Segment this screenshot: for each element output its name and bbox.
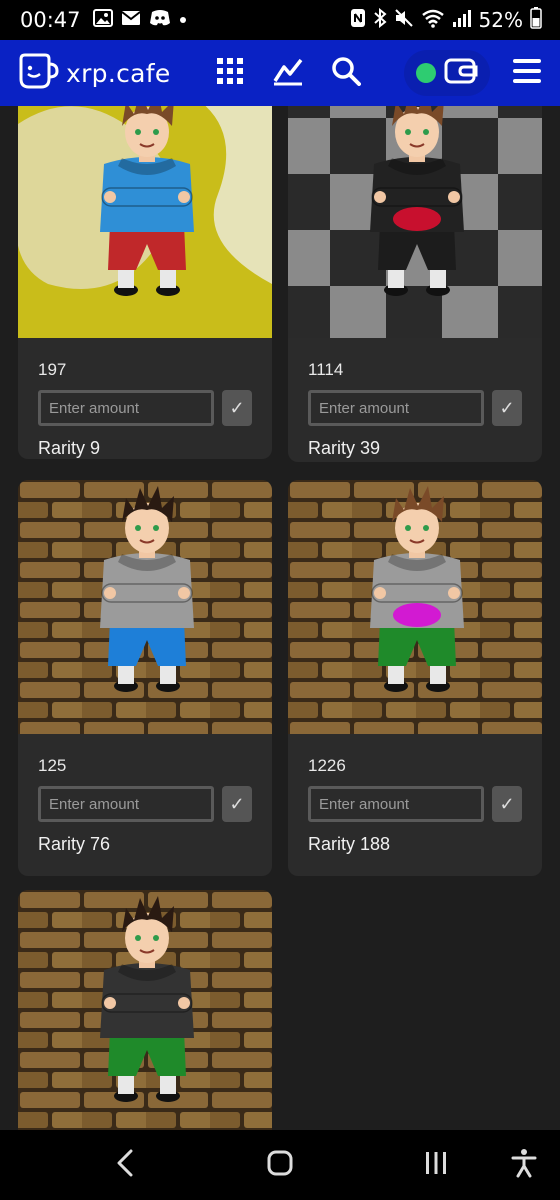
nft-card[interactable]: 125 ✓ Rarity 76	[18, 480, 272, 876]
confirm-button[interactable]: ✓	[492, 786, 522, 822]
token-id: 1114	[308, 360, 344, 379]
dot-icon	[179, 11, 187, 29]
accessibility-button[interactable]	[500, 1130, 548, 1200]
search-icon	[331, 56, 361, 91]
nft-image[interactable]	[288, 480, 542, 734]
nft-card[interactable]	[18, 890, 272, 1130]
brand-name: xrp.cafe	[66, 58, 171, 88]
nft-card[interactable]: 1114 ✓ Rarity 39	[288, 106, 542, 462]
home-button[interactable]	[254, 1130, 306, 1200]
recents-button[interactable]	[410, 1130, 462, 1200]
grid-icon	[216, 57, 244, 90]
rarity-label: Rarity 188	[308, 834, 391, 854]
confirm-button[interactable]: ✓	[222, 786, 252, 822]
system-nav-bar	[0, 1130, 560, 1200]
grid-menu-button[interactable]	[201, 48, 259, 98]
wifi-icon	[421, 8, 445, 33]
nft-card[interactable]: 1226 ✓ Rarity 188	[288, 480, 542, 876]
coffee-cup-icon	[16, 52, 60, 95]
accessibility-icon	[511, 1148, 537, 1183]
hamburger-icon	[513, 58, 541, 89]
wallet-icon	[444, 57, 478, 90]
bluetooth-icon	[373, 7, 387, 33]
chart-icon	[272, 56, 304, 91]
status-time: 00:47	[20, 8, 81, 32]
back-icon	[115, 1149, 135, 1182]
token-id: 197	[38, 360, 67, 379]
nfc-icon	[350, 8, 366, 33]
confirm-button[interactable]: ✓	[492, 390, 522, 426]
photo-icon	[92, 8, 113, 33]
rarity-label: Rarity 39	[308, 438, 381, 458]
search-button[interactable]	[317, 48, 375, 98]
mute-icon	[394, 8, 414, 33]
confirm-button[interactable]: ✓	[222, 390, 252, 426]
battery-icon	[530, 6, 542, 34]
nft-image[interactable]	[18, 106, 272, 338]
token-id: 125	[38, 756, 67, 775]
token-id: 1226	[308, 756, 346, 775]
back-button[interactable]	[100, 1130, 150, 1200]
stats-button[interactable]	[259, 48, 317, 98]
amount-input[interactable]	[308, 390, 484, 426]
gmail-icon	[120, 9, 141, 32]
amount-input[interactable]	[308, 786, 484, 822]
brand-logo-link[interactable]: xrp.cafe	[16, 52, 171, 95]
app-header: xrp.cafe	[0, 40, 560, 106]
battery-percent: 52%	[478, 8, 523, 32]
wallet-button[interactable]	[404, 50, 490, 96]
recents-icon	[423, 1150, 449, 1181]
nft-image[interactable]	[18, 480, 272, 734]
nft-image[interactable]	[18, 890, 272, 1130]
home-icon	[267, 1150, 293, 1181]
nft-card[interactable]: 197 ✓ Rarity 9	[18, 106, 272, 459]
signal-icon	[452, 8, 472, 33]
status-bar: 00:47 52%	[0, 0, 560, 40]
discord-icon	[149, 9, 171, 32]
rarity-label: Rarity 76	[38, 834, 111, 854]
nft-grid: 197 ✓ Rarity 9 1114 ✓ Rarity 39	[0, 106, 560, 1130]
nft-image[interactable]	[288, 106, 542, 338]
amount-input[interactable]	[38, 390, 214, 426]
amount-input[interactable]	[38, 786, 214, 822]
hamburger-menu-button[interactable]	[510, 58, 544, 89]
rarity-label: Rarity 9	[38, 438, 101, 458]
connection-status-dot	[416, 63, 436, 83]
